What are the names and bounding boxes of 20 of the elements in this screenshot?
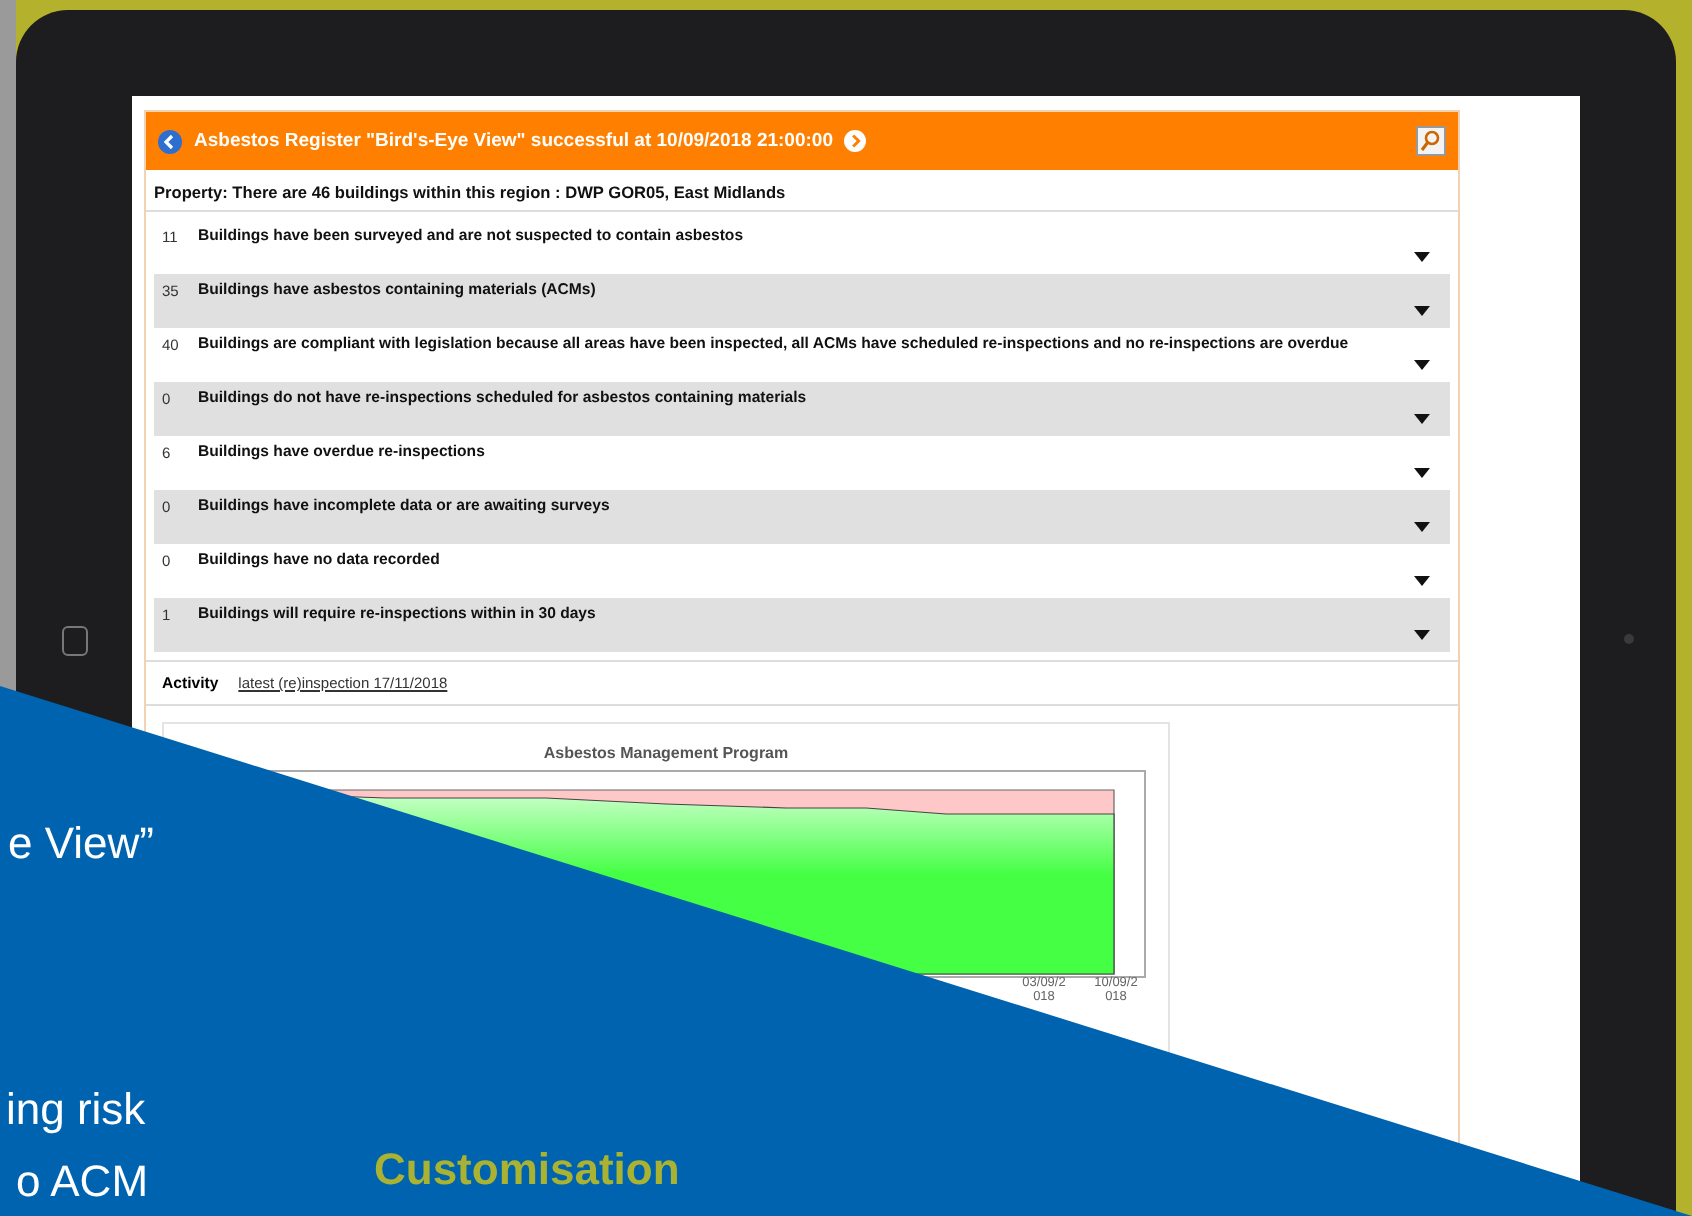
banner-text: e View” bbox=[8, 818, 154, 869]
camera-icon bbox=[1623, 634, 1633, 644]
caret-icon[interactable] bbox=[1414, 360, 1430, 370]
back-icon[interactable] bbox=[158, 129, 182, 153]
property-summary: Property: There are 46 buildings within this region : DWP GOR05, East Midlands bbox=[146, 170, 1458, 212]
caret-icon[interactable] bbox=[1414, 522, 1430, 532]
panel-title: Asbestos Register "Bird's-Eye View" successful at 10/09/2018 21:00:00 bbox=[194, 130, 833, 152]
banner-heading: Customisation bbox=[374, 1144, 680, 1196]
forward-icon[interactable] bbox=[844, 130, 867, 152]
caret-icon[interactable] bbox=[1414, 468, 1430, 478]
home-button-icon bbox=[61, 626, 87, 656]
caret-icon[interactable] bbox=[1414, 306, 1430, 316]
banner-text: o ACM bbox=[16, 1156, 149, 1207]
zoom-icon[interactable] bbox=[1416, 126, 1446, 156]
caret-icon[interactable] bbox=[1414, 576, 1430, 586]
chart-title: Asbestos Management Program bbox=[543, 744, 789, 762]
caret-icon[interactable] bbox=[1414, 252, 1430, 262]
caret-icon[interactable] bbox=[1414, 630, 1430, 640]
caret-icon[interactable] bbox=[1414, 414, 1430, 424]
banner-text: ing risk bbox=[6, 1084, 146, 1135]
